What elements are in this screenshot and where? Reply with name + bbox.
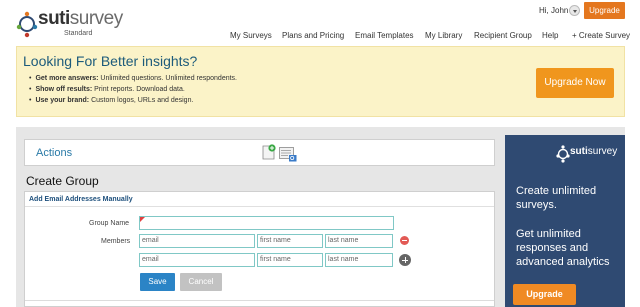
group-name-label: Group Name <box>89 220 130 227</box>
member-email-input[interactable]: email <box>139 253 255 267</box>
member-first-name-input[interactable]: first name <box>257 234 323 248</box>
members-label: Members <box>101 238 131 245</box>
create-group-form: Add Email Addresses Manually Group Name … <box>24 191 495 307</box>
member-last-name-input[interactable]: last name <box>325 253 393 267</box>
actions-title: Actions <box>36 147 73 159</box>
banner-title: Looking For Better insights? <box>23 53 198 69</box>
member-last-name-input[interactable]: last name <box>325 234 393 248</box>
nav-my-library[interactable]: My Library <box>425 31 462 40</box>
banner-benefit: Show off results: Print reports. Downloa… <box>29 84 237 95</box>
import-list-icon[interactable] <box>279 147 297 162</box>
main-content: Actions Create Group Add Email Addresses… <box>16 127 625 307</box>
group-name-input[interactable] <box>139 216 394 230</box>
remove-row-icon[interactable] <box>400 236 409 245</box>
ad-headline: Create unlimited surveys. <box>516 185 597 211</box>
add-document-icon[interactable] <box>262 144 276 160</box>
actions-panel: Actions <box>24 139 495 166</box>
upgrade-now-button[interactable]: Upgrade Now <box>536 68 614 98</box>
create-group-title: Create Group <box>26 174 99 188</box>
nav-email-templates[interactable]: Email Templates <box>355 31 414 40</box>
nav-recipient-group[interactable]: Recipient Group <box>474 31 532 40</box>
user-menu-chevron-down-icon[interactable] <box>569 5 580 16</box>
member-first-name-input[interactable]: first name <box>257 253 323 267</box>
ad-logo-mark-icon <box>556 145 570 163</box>
banner-benefit: Get more answers: Unlimited questions. U… <box>29 73 237 84</box>
ad-logo: sutisurvey <box>570 146 618 157</box>
upgrade-ad-panel[interactable]: sutisurvey Create unlimited surveys. Get… <box>505 135 625 307</box>
banner-benefit: Use your brand: Custom logos, URLs and d… <box>29 95 237 106</box>
nav-help[interactable]: Help <box>542 31 558 40</box>
logo-wordmark: sutisurvey <box>38 8 123 29</box>
cancel-button[interactable]: Cancel <box>180 273 222 291</box>
upgrade-banner: Looking For Better insights? Get more an… <box>16 46 625 117</box>
user-greeting: Hi, John <box>539 6 569 15</box>
save-button[interactable]: Save <box>140 273 175 291</box>
nav-plans-pricing[interactable]: Plans and Pricing <box>282 31 344 40</box>
form-subtitle: Add Email Addresses Manually <box>29 196 133 203</box>
nav-create-survey[interactable]: + Create Survey <box>572 31 630 40</box>
divider <box>25 300 494 301</box>
ad-upgrade-button[interactable]: Upgrade <box>513 284 576 305</box>
member-email-input[interactable]: email <box>139 234 255 248</box>
banner-benefits-list: Get more answers: Unlimited questions. U… <box>29 73 237 106</box>
nav-my-surveys[interactable]: My Surveys <box>230 31 272 40</box>
upgrade-button[interactable]: Upgrade <box>584 2 625 19</box>
add-row-icon[interactable] <box>399 254 411 266</box>
required-marker-icon <box>140 217 145 222</box>
main-nav: My Surveys Plans and Pricing Email Templ… <box>0 31 640 43</box>
ad-subline: Get unlimited responses and advanced ana… <box>516 228 610 268</box>
divider <box>25 206 494 207</box>
